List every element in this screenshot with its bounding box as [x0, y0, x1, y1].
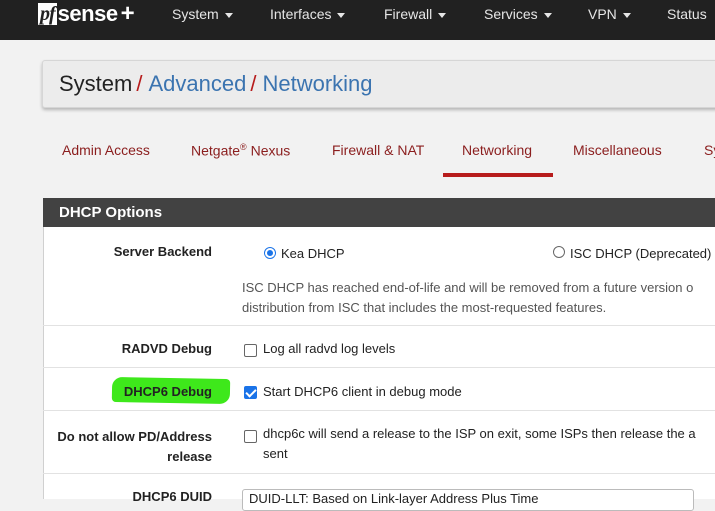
row-divider [43, 367, 715, 368]
nav-system[interactable]: System [172, 0, 233, 28]
chevron-down-icon [337, 12, 346, 18]
logo-sense: sense [57, 1, 118, 26]
tab-miscellaneous[interactable]: Miscellaneous [573, 142, 662, 158]
no-pd-release-text-line1[interactable]: dhcp6c will send a release to the ISP on… [263, 424, 696, 444]
server-backend-label: Server Backend [113, 244, 212, 259]
tab-admin-access[interactable]: Admin Access [62, 142, 150, 158]
breadcrumb: System / Advanced / Networking [59, 71, 373, 97]
no-pd-release-label: Do not allow PD/Address release [40, 427, 212, 467]
kea-dhcp-option-label[interactable]: Kea DHCP [281, 246, 345, 261]
radvd-debug-text[interactable]: Log all radvd log levels [263, 341, 395, 356]
tab-nexus-label: Nexus [246, 142, 291, 159]
nav-services[interactable]: Services [484, 0, 552, 28]
nav-firewall[interactable]: Firewall [384, 0, 447, 28]
no-pd-release-checkbox[interactable] [244, 430, 257, 443]
logo-plus: + [120, 0, 135, 27]
kea-dhcp-radio[interactable] [264, 247, 276, 259]
chevron-down-icon [438, 12, 447, 18]
dhcp6-duid-label: DHCP6 DUID [132, 489, 212, 504]
no-pd-release-label-line1: Do not allow PD/Address [57, 429, 212, 444]
chevron-down-icon [543, 12, 552, 18]
nav-system-label: System [172, 6, 219, 22]
isc-dhcp-option-label[interactable]: ISC DHCP (Deprecated) [570, 246, 711, 261]
chevron-down-icon [622, 12, 631, 18]
dhcp6-debug-checkbox[interactable] [244, 386, 257, 399]
row-divider [43, 325, 715, 326]
panel-title: DHCP Options [43, 198, 715, 227]
breadcrumb-advanced-link[interactable]: Advanced [148, 71, 246, 96]
no-pd-release-label-line2: release [167, 449, 212, 464]
radvd-debug-label: RADVD Debug [121, 341, 212, 356]
tab-system-tunables[interactable]: Sy [704, 142, 715, 158]
dhcp6-debug-label: DHCP6 Debug [123, 384, 212, 399]
tab-firewall-nat[interactable]: Firewall & NAT [332, 142, 424, 158]
tab-netgate-label: Netgate [191, 142, 241, 159]
breadcrumb-separator: / [250, 71, 257, 96]
top-navbar: pf sense + System Interfaces Firewall Serv… [0, 0, 715, 40]
nav-vpn[interactable]: VPN [588, 0, 631, 28]
isc-dhcp-radio[interactable] [553, 246, 565, 258]
row-divider [43, 473, 715, 474]
breadcrumb-networking-link[interactable]: Networking [262, 71, 372, 96]
active-tab-indicator [443, 173, 553, 177]
nav-interfaces-label: Interfaces [270, 6, 332, 22]
nav-vpn-label: VPN [588, 6, 617, 22]
nav-firewall-label: Firewall [384, 6, 433, 22]
nav-services-label: Services [484, 6, 538, 22]
dhcp6-debug-text[interactable]: Start DHCP6 client in debug mode [263, 384, 462, 399]
breadcrumb-panel: System / Advanced / Networking [42, 60, 715, 108]
breadcrumb-separator: / [136, 71, 143, 96]
no-pd-release-text-line2: sent [263, 446, 288, 461]
registered-mark: ® [240, 142, 247, 152]
nav-status[interactable]: Status [667, 0, 707, 28]
tab-netgate-nexus[interactable]: Netgate® Nexus [191, 142, 290, 159]
pfsense-logo[interactable]: pf sense + [38, 0, 135, 28]
logo-pf: pf [38, 3, 57, 25]
nav-interfaces[interactable]: Interfaces [270, 0, 346, 28]
nav-status-label: Status [667, 6, 707, 22]
dhcp6-duid-select[interactable]: DUID-LLT: Based on Link-layer Address Pl… [242, 489, 694, 511]
radvd-debug-checkbox[interactable] [244, 344, 257, 357]
server-backend-help-line2: distribution from ISC that includes the … [242, 300, 607, 315]
row-divider [43, 410, 715, 411]
breadcrumb-system: System [59, 71, 133, 96]
tab-networking[interactable]: Networking [462, 142, 532, 158]
server-backend-help-line1: ISC DHCP has reached end-of-life and wil… [242, 280, 694, 295]
chevron-down-icon [224, 12, 233, 18]
